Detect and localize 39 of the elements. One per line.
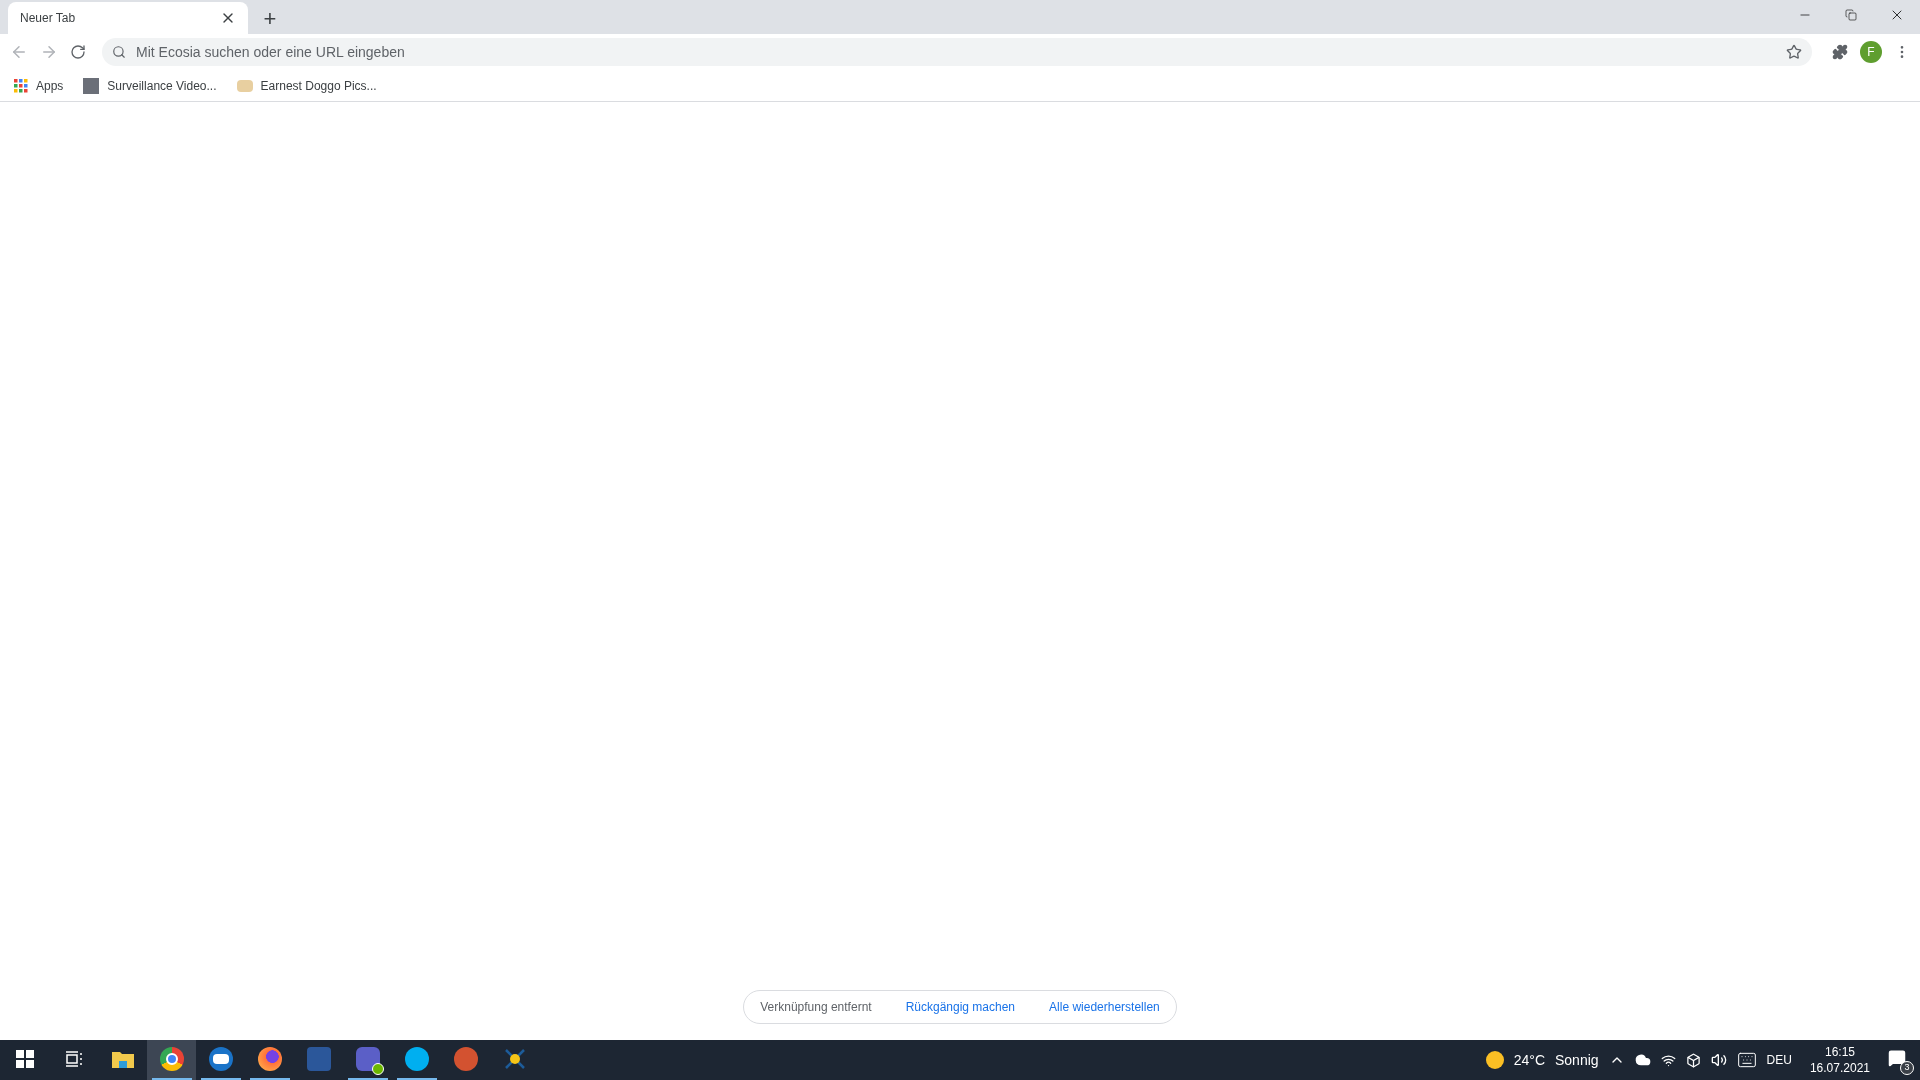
address-input[interactable]: Mit Ecosia suchen oder eine URL eingeben — [136, 41, 1776, 63]
puzzle-icon[interactable] — [1832, 44, 1848, 60]
toast-message: Verknüpfung entfernt — [760, 999, 872, 1016]
sun-icon — [1485, 1051, 1504, 1069]
tab-title: Neuer Tab — [20, 10, 76, 27]
photo-placeholder — [83, 77, 100, 94]
toast-action-link[interactable]: Alle wiederherstellen — [1049, 998, 1160, 1016]
windows-logo-icon — [15, 1050, 34, 1068]
address-bar[interactable]: Mit Ecosia suchen oder eine URL eingeben — [102, 38, 1812, 66]
apps-grid-icon — [14, 78, 28, 93]
keyboard-icon[interactable] — [1736, 1050, 1757, 1070]
cloud-icon[interactable] — [1634, 1052, 1651, 1068]
new-tab-button[interactable]: + — [256, 2, 284, 34]
reload-icon[interactable] — [70, 44, 86, 60]
speaker-icon[interactable] — [1710, 1052, 1727, 1068]
taskbar-button[interactable] — [147, 1040, 196, 1080]
clock-date[interactable]: 16.07.2021 — [1809, 1060, 1870, 1076]
bookmark-link[interactable]: Earnest Doggo Pics... — [260, 76, 377, 95]
weather-temperature[interactable]: 24°C — [1513, 1049, 1545, 1071]
search-icon — [112, 45, 126, 59]
wifi-icon[interactable] — [1660, 1052, 1676, 1068]
restore-icon[interactable] — [1845, 9, 1857, 21]
weather-condition[interactable]: Sonnig — [1555, 1049, 1599, 1071]
mail-app-icon — [208, 1047, 233, 1071]
task-view-icon — [64, 1051, 83, 1067]
bookmark-link[interactable]: Apps — [36, 76, 64, 95]
site-favicon-icon — [236, 79, 253, 92]
language-indicator[interactable]: DEU — [1766, 1051, 1792, 1069]
sun-cross-icon — [502, 1047, 527, 1071]
box-icon[interactable] — [1685, 1052, 1701, 1068]
notification-count: 3 — [1900, 1061, 1914, 1075]
star-icon[interactable] — [1786, 44, 1802, 60]
folder-icon — [111, 1050, 134, 1068]
browser-logo-icon — [159, 1047, 184, 1071]
bookmark-link[interactable]: Surveillance Video... — [107, 76, 217, 95]
toast-action-link[interactable]: Rückgängig machen — [905, 998, 1016, 1016]
browser-tab[interactable]: Neuer Tab — [8, 2, 248, 34]
notification-icon[interactable] — [1888, 1049, 1906, 1067]
clock-time[interactable]: 16:15 — [1824, 1044, 1855, 1060]
